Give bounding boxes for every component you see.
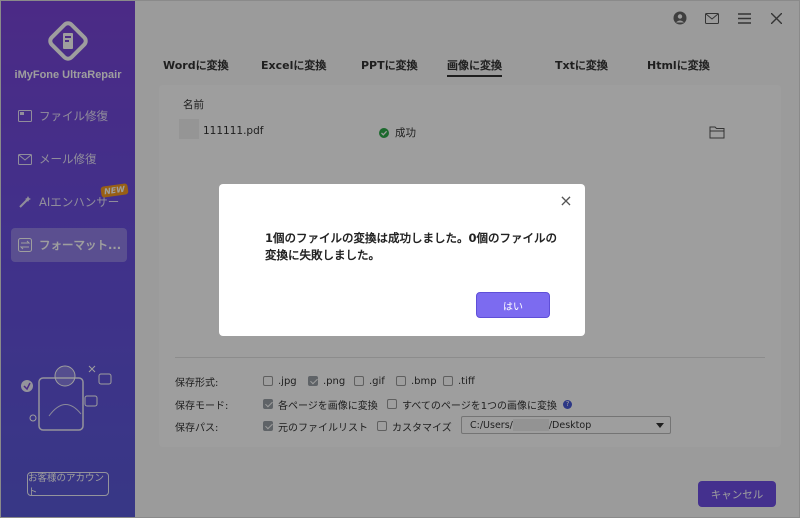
close-icon[interactable]: × bbox=[559, 193, 573, 209]
app-window: iMyFone UltraRepair ファイル修復 メール修復 AIエンハンサ… bbox=[0, 0, 800, 518]
result-dialog: × 1個のファイルの変換は成功しました。0個のファイルの変換に失敗しました。 は… bbox=[219, 184, 585, 336]
ok-button[interactable]: はい bbox=[476, 292, 550, 318]
dialog-message: 1個のファイルの変換は成功しました。0個のファイルの変換に失敗しました。 bbox=[265, 231, 558, 262]
